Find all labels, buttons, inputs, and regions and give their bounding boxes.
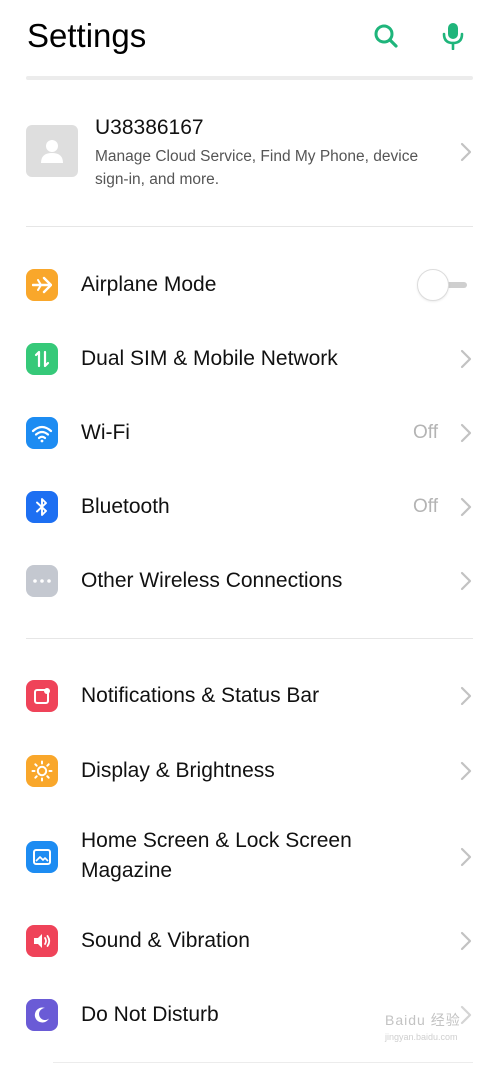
voice-search-button[interactable] <box>437 20 469 52</box>
airplane-mode-toggle[interactable] <box>417 269 473 301</box>
row-other-wireless[interactable]: Other Wireless Connections <box>0 558 500 604</box>
section-divider <box>26 638 473 639</box>
chevron-right-icon <box>460 931 472 951</box>
account-row[interactable]: U38386167 Manage Cloud Service, Find My … <box>0 100 500 210</box>
row-label: Home Screen & Lock Screen Magazine <box>81 829 352 882</box>
row-label: Display & Brightness <box>81 759 275 782</box>
search-button[interactable] <box>370 20 402 52</box>
row-label: Dual SIM & Mobile Network <box>81 347 338 370</box>
moon-icon <box>26 999 58 1031</box>
row-bluetooth[interactable]: Bluetooth Off <box>0 484 500 530</box>
chevron-right-icon <box>460 497 472 517</box>
more-dots-icon <box>26 565 58 597</box>
row-sound-vibration[interactable]: Sound & Vibration <box>0 918 500 964</box>
watermark: Baidu 经验 jingyan.baidu.com <box>385 1010 480 1050</box>
notification-icon <box>26 680 58 712</box>
row-notifications[interactable]: Notifications & Status Bar <box>0 673 500 719</box>
row-label: Sound & Vibration <box>81 929 250 952</box>
bluetooth-status: Off <box>413 496 438 517</box>
page-title: Settings <box>27 17 147 54</box>
chevron-right-icon <box>460 142 472 162</box>
row-label: Notifications & Status Bar <box>81 684 320 707</box>
bottom-divider <box>53 1062 473 1063</box>
bluetooth-icon <box>26 491 58 523</box>
search-icon <box>374 24 398 48</box>
row-label: Wi-Fi <box>81 421 130 444</box>
wifi-icon <box>26 417 58 449</box>
row-display-brightness[interactable]: Display & Brightness <box>0 748 500 794</box>
speaker-icon <box>26 925 58 957</box>
row-airplane-mode[interactable]: Airplane Mode <box>0 262 500 308</box>
wallpaper-icon <box>26 841 58 873</box>
account-name: U38386167 <box>95 116 204 139</box>
watermark-url: jingyan.baidu.com <box>385 1032 458 1042</box>
user-icon <box>41 140 63 163</box>
watermark-brand: Baidu 经验 <box>385 1012 461 1028</box>
airplane-icon <box>26 269 58 301</box>
account-description: Manage Cloud Service, Find My Phone, dev… <box>95 148 419 188</box>
wifi-status: Off <box>413 422 438 443</box>
row-label: Bluetooth <box>81 495 170 518</box>
brightness-icon <box>26 755 58 787</box>
chevron-right-icon <box>460 571 472 591</box>
header-divider <box>26 76 473 80</box>
section-divider <box>26 226 473 227</box>
toggle-thumb <box>417 269 449 301</box>
row-label: Other Wireless Connections <box>81 569 343 592</box>
avatar <box>26 125 78 177</box>
row-label: Airplane Mode <box>81 273 217 296</box>
chevron-right-icon <box>460 423 472 443</box>
mobile-data-icon <box>26 343 58 375</box>
row-wifi[interactable]: Wi-Fi Off <box>0 410 500 456</box>
mic-icon <box>442 23 464 50</box>
row-label: Do Not Disturb <box>81 1003 219 1026</box>
app-header: Settings <box>0 0 500 76</box>
chevron-right-icon <box>460 847 472 867</box>
chevron-right-icon <box>460 686 472 706</box>
chevron-right-icon <box>460 349 472 369</box>
chevron-right-icon <box>460 761 472 781</box>
row-dual-sim[interactable]: Dual SIM & Mobile Network <box>0 336 500 382</box>
row-home-lock-screen[interactable]: Home Screen & Lock Screen Magazine <box>0 822 500 892</box>
